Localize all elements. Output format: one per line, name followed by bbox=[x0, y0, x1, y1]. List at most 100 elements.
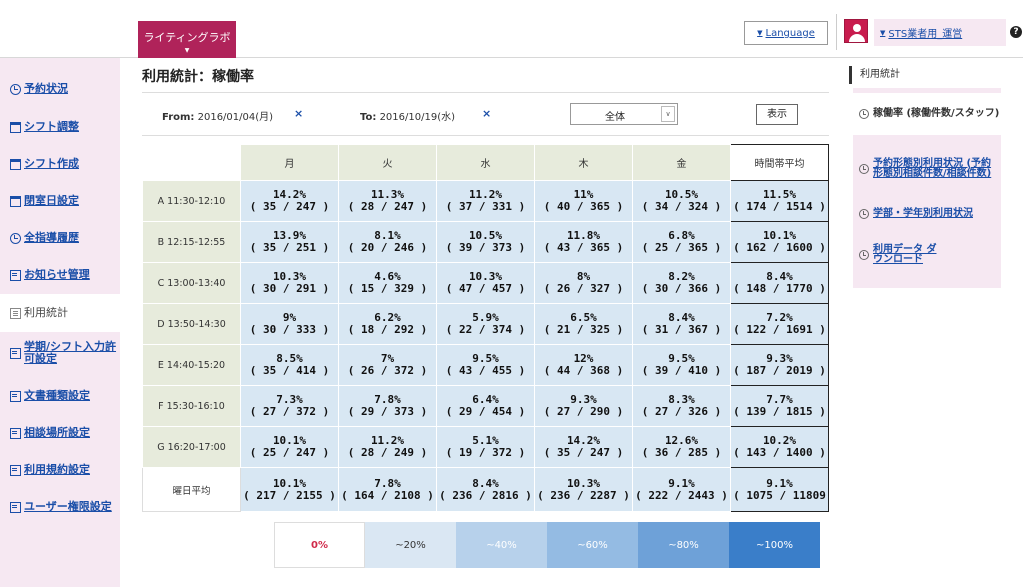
cell-count: ( 162 / 1600 ) bbox=[733, 241, 826, 254]
sidebar-item-label: ユーザー権限設定 bbox=[24, 500, 112, 514]
sidebar-item-history[interactable]: 全指導履歴 bbox=[0, 219, 120, 257]
cell-rate: 10.3% bbox=[566, 476, 601, 490]
filter-bar: From: 2016/01/04(月) × To: 2016/10/19(水) … bbox=[142, 92, 829, 136]
day-average-row: 曜日平均 10.1%( 217 / 2155 ) 7.8%( 164 / 2108 … bbox=[142, 467, 829, 512]
brand-tab[interactable]: ライティングラボ ▼ bbox=[138, 21, 236, 58]
day-header: 水 bbox=[436, 144, 535, 181]
right-panel-title: 利用統計 bbox=[849, 66, 999, 84]
show-button[interactable]: 表示 bbox=[756, 104, 798, 125]
cell-count: ( 27 / 326 ) bbox=[641, 405, 722, 418]
cell-count: ( 164 / 2108 ) bbox=[341, 488, 434, 502]
cell-count: ( 20 / 246 ) bbox=[347, 241, 428, 254]
sidebar-item-locations[interactable]: 相談場所設定 bbox=[0, 414, 120, 452]
rate-cell: 8.1%( 20 / 246 ) bbox=[338, 221, 437, 263]
cell-count: ( 30 / 333 ) bbox=[249, 323, 330, 336]
rate-cell: 8.4%( 31 / 367 ) bbox=[632, 303, 731, 345]
sidebar-item-reservations[interactable]: 予約状況 bbox=[0, 70, 120, 108]
stat-link-label: 学部・学年別利用状況 bbox=[873, 207, 973, 219]
rate-cell: 11.2%( 37 / 331 ) bbox=[436, 180, 535, 222]
sidebar-item-shift-adjust[interactable]: シフト調整 bbox=[0, 108, 120, 146]
sidebar-item-terms[interactable]: 利用規約設定 bbox=[0, 451, 120, 489]
document-icon bbox=[10, 390, 21, 402]
rate-cell: 11%( 40 / 365 ) bbox=[534, 180, 633, 222]
table-header-row: 月 火 水 木 金 時間帯平均 bbox=[142, 144, 829, 181]
rate-cell: 5.9%( 22 / 374 ) bbox=[436, 303, 535, 345]
sidebar-item-label: 文書種類設定 bbox=[24, 389, 90, 403]
rate-cell: 7%( 26 / 372 ) bbox=[338, 344, 437, 386]
stat-link-utilization[interactable]: 稼働率 (稼働件数/スタッフ) bbox=[853, 93, 1001, 135]
cell-count: ( 30 / 366 ) bbox=[641, 282, 722, 295]
rate-cell: 4.6%( 15 / 329 ) bbox=[338, 262, 437, 304]
sidebar-item-term-shift-permissions[interactable]: 学期/シフト入力許可設定 bbox=[0, 334, 120, 372]
rate-cell: 7.8%( 29 / 373 ) bbox=[338, 385, 437, 427]
cell-count: ( 43 / 365 ) bbox=[543, 241, 624, 254]
sidebar-item-user-permissions[interactable]: ユーザー権限設定 bbox=[0, 488, 120, 526]
cell-count: ( 39 / 410 ) bbox=[641, 364, 722, 377]
chevron-down-icon: ∨ bbox=[661, 106, 675, 122]
chevron-down-icon: ▼ bbox=[184, 47, 190, 54]
time-slot-label: C 13:00-13:40 bbox=[142, 262, 241, 304]
sidebar-item-closed-days[interactable]: 閉室日設定 bbox=[0, 182, 120, 220]
stat-link-faculty-year[interactable]: 学部・学年別利用状況 bbox=[853, 204, 1001, 224]
language-button[interactable]: ▼ Language bbox=[744, 21, 828, 45]
to-value: 2016/10/19(水) bbox=[379, 112, 456, 123]
stat-link-reservation-type[interactable]: 予約形態別利用状況 (予約形態別相談件数/相談件数) bbox=[853, 148, 1001, 190]
cell-count: ( 122 / 1691 ) bbox=[733, 323, 826, 336]
document-icon bbox=[10, 427, 21, 439]
day-average-cell: 10.3%( 236 / 2287 ) bbox=[534, 467, 633, 512]
document-icon bbox=[10, 347, 21, 359]
to-field[interactable]: To: 2016/10/19(水) bbox=[360, 108, 455, 123]
user-menu[interactable]: ▼ STS業者用_運営 bbox=[874, 19, 1006, 46]
slot-average-cell: 7.2%( 122 / 1691 ) bbox=[730, 303, 829, 345]
rate-cell: 5.1%( 19 / 372 ) bbox=[436, 426, 535, 468]
rate-cell: 8%( 26 / 327 ) bbox=[534, 262, 633, 304]
language-label: Language bbox=[765, 27, 815, 39]
table-row: F 15:30-16:10 7.3%( 27 / 372 ) 7.8%( 29 / … bbox=[142, 385, 829, 427]
rate-cell: 11.8%( 43 / 365 ) bbox=[534, 221, 633, 263]
cell-count: ( 31 / 367 ) bbox=[641, 323, 722, 336]
header-divider bbox=[836, 14, 837, 50]
clock-icon bbox=[859, 250, 869, 260]
document-icon bbox=[10, 464, 21, 476]
cell-count: ( 30 / 291 ) bbox=[249, 282, 330, 295]
cell-count: ( 27 / 290 ) bbox=[543, 405, 624, 418]
cell-count: ( 35 / 414 ) bbox=[249, 364, 330, 377]
sidebar-item-document-types[interactable]: 文書種類設定 bbox=[0, 377, 120, 415]
sidebar-item-label: シフト作成 bbox=[24, 157, 79, 171]
sidebar-item-statistics[interactable]: 利用統計 bbox=[0, 294, 120, 332]
legend-item: ~40% bbox=[456, 522, 547, 568]
table-row: A 11:30-12:10 14.2%( 35 / 247 ) 11.3%( 28 … bbox=[142, 180, 829, 222]
rate-cell: 9.3%( 27 / 290 ) bbox=[534, 385, 633, 427]
avatar[interactable] bbox=[844, 19, 868, 43]
cell-count: ( 47 / 457 ) bbox=[445, 282, 526, 295]
scope-select[interactable]: 全体 ∨ bbox=[570, 103, 678, 125]
cell-rate: 9.1% bbox=[668, 476, 695, 490]
day-average-cell: 7.8%( 164 / 2108 ) bbox=[338, 467, 437, 512]
cell-rate: 7.8% bbox=[374, 476, 401, 490]
time-slot-label: F 15:30-16:10 bbox=[142, 385, 241, 427]
sidebar-item-label: 予約状況 bbox=[24, 82, 68, 96]
sidebar-item-label: 利用統計 bbox=[24, 306, 68, 320]
sidebar-item-label: お知らせ管理 bbox=[24, 268, 90, 282]
rate-cell: 11.2%( 28 / 249 ) bbox=[338, 426, 437, 468]
help-icon[interactable]: ? bbox=[1010, 26, 1022, 38]
sidebar-item-shift-create[interactable]: シフト作成 bbox=[0, 145, 120, 183]
cell-count: ( 34 / 324 ) bbox=[641, 200, 722, 213]
clear-from-icon[interactable]: × bbox=[294, 107, 303, 120]
day-average-label: 曜日平均 bbox=[142, 467, 241, 512]
slot-average-cell: 8.4%( 148 / 1770 ) bbox=[730, 262, 829, 304]
rate-cell: 7.3%( 27 / 372 ) bbox=[240, 385, 339, 427]
clock-icon bbox=[10, 83, 21, 95]
stat-link-data-download[interactable]: 利用データ ダウンロード bbox=[853, 240, 1001, 270]
day-average-cell: 9.1%( 222 / 2443 ) bbox=[632, 467, 731, 512]
cell-rate: 9.1% bbox=[766, 476, 793, 490]
rate-cell: 8.5%( 35 / 414 ) bbox=[240, 344, 339, 386]
cell-count: ( 35 / 251 ) bbox=[249, 241, 330, 254]
rate-cell: 14.2%( 35 / 247 ) bbox=[534, 426, 633, 468]
sidebar-item-announcements[interactable]: お知らせ管理 bbox=[0, 256, 120, 294]
clock-icon bbox=[859, 109, 869, 119]
slot-average-cell: 10.1%( 162 / 1600 ) bbox=[730, 221, 829, 263]
clear-to-icon[interactable]: × bbox=[482, 107, 491, 120]
cell-count: ( 28 / 249 ) bbox=[347, 446, 428, 459]
from-field[interactable]: From: 2016/01/04(月) bbox=[162, 108, 273, 123]
